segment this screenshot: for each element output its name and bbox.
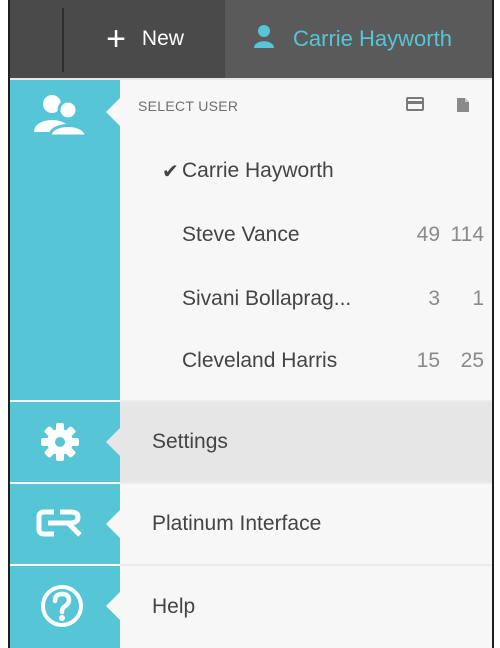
gear-icon: [40, 422, 80, 467]
settings-rail-tab[interactable]: [10, 400, 120, 482]
active-indicator: [106, 98, 120, 126]
new-button[interactable]: + New: [70, 0, 220, 78]
user-name: Carrie Hayworth: [182, 159, 334, 182]
help-label: Help: [152, 595, 196, 618]
user-count-2: 114: [450, 223, 484, 246]
pointer: [106, 428, 120, 456]
users-icon: [32, 92, 88, 141]
user-count-1: 3: [428, 287, 440, 310]
pointer: [106, 592, 120, 620]
user-name: Sivani Bollaprag...: [182, 287, 352, 310]
platinum-interface-label: Platinum Interface: [152, 512, 322, 535]
user-row[interactable]: Sivani Bollaprag... 3 1: [120, 274, 492, 324]
users-rail-tab[interactable]: [10, 80, 120, 400]
checkmark-icon: ✔: [162, 160, 179, 183]
settings-label: Settings: [152, 430, 228, 453]
help-rail-tab[interactable]: [10, 564, 120, 648]
card-icon[interactable]: [406, 97, 424, 116]
top-bar: + New Carrie Hayworth: [10, 0, 492, 80]
select-user-section: SELECT USER ✔ Carrie Hayworth Steve Vanc…: [120, 80, 492, 400]
person-icon: [253, 24, 275, 54]
user-count-1: 15: [416, 349, 440, 372]
cr-logo-icon: [36, 508, 84, 543]
current-user-button[interactable]: Carrie Hayworth: [225, 0, 492, 78]
plus-icon: +: [106, 20, 126, 58]
app-menu-panel: + New Carrie Hayworth SELECT USER ✔ Carr…: [8, 0, 494, 648]
pointer: [106, 510, 120, 538]
user-row[interactable]: Steve Vance 49 114: [120, 210, 492, 260]
section-header: SELECT USER: [138, 98, 239, 114]
user-row[interactable]: Cleveland Harris 15 25: [120, 336, 492, 386]
current-user-name: Carrie Hayworth: [293, 26, 452, 51]
user-name: Cleveland Harris: [182, 349, 338, 372]
help-icon: [40, 584, 84, 633]
help-menu-item[interactable]: Help: [120, 564, 492, 648]
settings-menu-item[interactable]: Settings: [120, 400, 492, 482]
platinum-rail-tab[interactable]: [10, 482, 120, 564]
user-count-2: 1: [472, 287, 484, 310]
document-icon[interactable]: [456, 97, 470, 118]
platinum-interface-menu-item[interactable]: Platinum Interface: [120, 482, 492, 564]
divider: [62, 8, 64, 72]
new-button-label: New: [141, 27, 184, 50]
user-name: Steve Vance: [182, 223, 300, 246]
user-count-2: 25: [460, 349, 484, 372]
user-count-1: 49: [416, 223, 440, 246]
user-row-selected[interactable]: ✔ Carrie Hayworth: [120, 146, 492, 196]
